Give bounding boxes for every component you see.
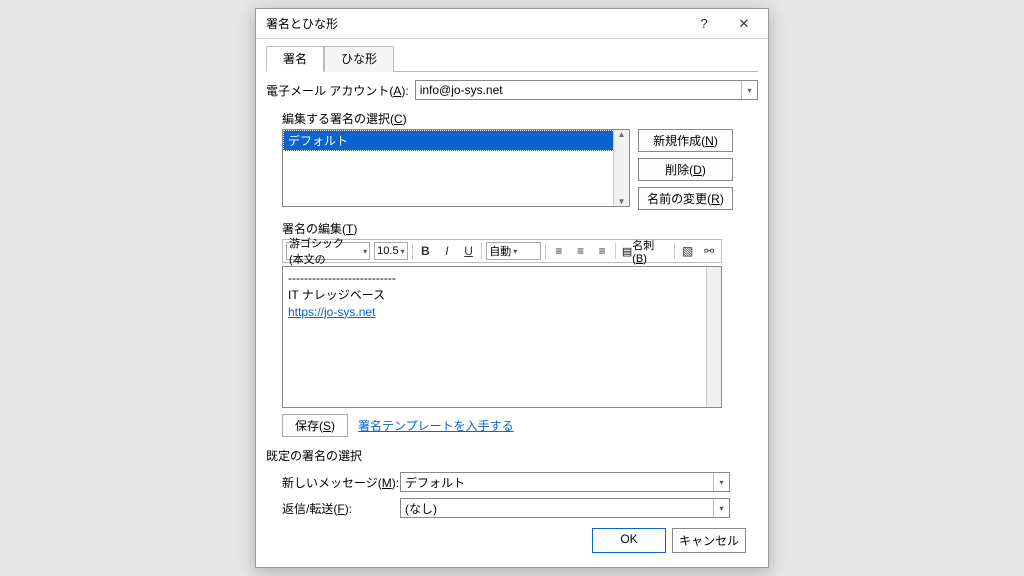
close-icon: ✕ xyxy=(739,16,750,32)
account-row: 電子メール アカウント(A): info@jo-sys.net ▾ xyxy=(266,80,758,100)
editor-line: https://jo-sys.net xyxy=(288,304,716,321)
defaults-label: 既定の署名の選択 xyxy=(266,447,758,464)
dialog-footer: OK キャンセル xyxy=(266,518,758,553)
listbox-scrollbar[interactable]: ▲ ▼ xyxy=(613,130,629,206)
image-button[interactable]: ▧ xyxy=(679,242,697,260)
chevron-down-icon: ▾ xyxy=(513,247,517,256)
tabs: 署名 ひな形 xyxy=(266,45,758,72)
scroll-up-icon: ▲ xyxy=(618,130,626,139)
save-row: 保存(S) 署名テンプレートを入手する xyxy=(282,414,758,437)
signature-dialog: 署名とひな形 ? ✕ 署名 ひな形 電子メール アカウント(A): info@j… xyxy=(255,8,769,568)
dialog-body: 署名 ひな形 電子メール アカウント(A): info@jo-sys.net ▾… xyxy=(256,39,768,567)
italic-button[interactable]: I xyxy=(438,242,456,260)
link-button[interactable]: ⚯ xyxy=(700,242,718,260)
bcard-icon: ▤ xyxy=(622,245,632,258)
help-button[interactable]: ? xyxy=(684,10,724,38)
reply-row: 返信/転送(F): (なし) ▾ xyxy=(282,498,758,518)
font-value: 游ゴシック (本文の xyxy=(289,235,361,267)
chevron-down-icon: ▾ xyxy=(741,81,757,99)
chevron-down-icon: ▾ xyxy=(363,247,367,256)
font-dropdown[interactable]: 游ゴシック (本文の▾ xyxy=(286,242,370,260)
ok-button[interactable]: OK xyxy=(592,528,666,553)
align-right-button[interactable]: ≡ xyxy=(593,242,611,260)
reply-value: (なし) xyxy=(405,500,437,517)
editor-line: --------------------------- xyxy=(288,270,716,287)
dialog-title: 署名とひな形 xyxy=(266,15,684,32)
business-card-button[interactable]: ▤ 名刺(B) xyxy=(620,242,670,260)
editor-line: IT ナレッジベース xyxy=(288,287,716,304)
size-dropdown[interactable]: 10.5▾ xyxy=(374,242,407,260)
reply-label: 返信/転送(F): xyxy=(282,500,400,517)
color-dropdown[interactable]: 自動▾ xyxy=(486,242,541,260)
separator xyxy=(412,243,413,259)
align-left-button[interactable]: ≡ xyxy=(550,242,568,260)
template-link[interactable]: 署名テンプレートを入手する xyxy=(358,417,514,434)
underline-button[interactable]: U xyxy=(460,242,478,260)
titlebar: 署名とひな形 ? ✕ xyxy=(256,9,768,39)
account-dropdown[interactable]: info@jo-sys.net ▾ xyxy=(415,80,758,100)
align-center-button[interactable]: ≡ xyxy=(572,242,590,260)
signature-editor[interactable]: --------------------------- IT ナレッジベース h… xyxy=(282,266,722,408)
tab-stationery[interactable]: ひな形 xyxy=(324,46,394,72)
rename-signature-button[interactable]: 名前の変更(R) xyxy=(638,187,733,210)
reply-dropdown[interactable]: (なし) ▾ xyxy=(400,498,730,518)
bcard-label: 名刺(B) xyxy=(632,237,668,265)
save-button[interactable]: 保存(S) xyxy=(282,414,348,437)
signature-listbox[interactable]: デフォルト ▲ ▼ xyxy=(282,129,630,207)
tab-signature[interactable]: 署名 xyxy=(266,46,324,72)
scroll-down-icon: ▼ xyxy=(618,197,626,206)
account-label: 電子メール アカウント(A): xyxy=(266,82,409,99)
chevron-down-icon: ▾ xyxy=(401,247,405,256)
siglist-label: 編集する署名の選択(C) xyxy=(282,110,758,127)
format-toolbar: 游ゴシック (本文の▾ 10.5▾ B I U 自動▾ ≡ ≡ ≡ ▤ 名刺(B… xyxy=(282,239,722,263)
separator xyxy=(545,243,546,259)
newmsg-value: デフォルト xyxy=(405,474,465,491)
editor-scrollbar[interactable] xyxy=(706,267,721,407)
cancel-button[interactable]: キャンセル xyxy=(672,528,746,553)
delete-signature-button[interactable]: 削除(D) xyxy=(638,158,733,181)
separator xyxy=(615,243,616,259)
separator xyxy=(674,243,675,259)
color-value: 自動 xyxy=(489,243,511,259)
size-value: 10.5 xyxy=(377,245,398,257)
separator xyxy=(481,243,482,259)
list-item[interactable]: デフォルト xyxy=(283,130,629,151)
new-signature-button[interactable]: 新規作成(N) xyxy=(638,129,733,152)
close-button[interactable]: ✕ xyxy=(724,10,764,38)
newmsg-dropdown[interactable]: デフォルト ▾ xyxy=(400,472,730,492)
chevron-down-icon: ▾ xyxy=(713,473,729,491)
siglist-row: デフォルト ▲ ▼ 新規作成(N) 削除(D) 名前の変更(R) xyxy=(282,129,758,210)
newmsg-label: 新しいメッセージ(M): xyxy=(282,474,400,491)
bold-button[interactable]: B xyxy=(417,242,435,260)
newmsg-row: 新しいメッセージ(M): デフォルト ▾ xyxy=(282,472,758,492)
siglist-buttons: 新規作成(N) 削除(D) 名前の変更(R) xyxy=(638,129,733,210)
account-value: info@jo-sys.net xyxy=(420,83,503,97)
editor-link[interactable]: https://jo-sys.net xyxy=(288,305,375,319)
chevron-down-icon: ▾ xyxy=(713,499,729,517)
